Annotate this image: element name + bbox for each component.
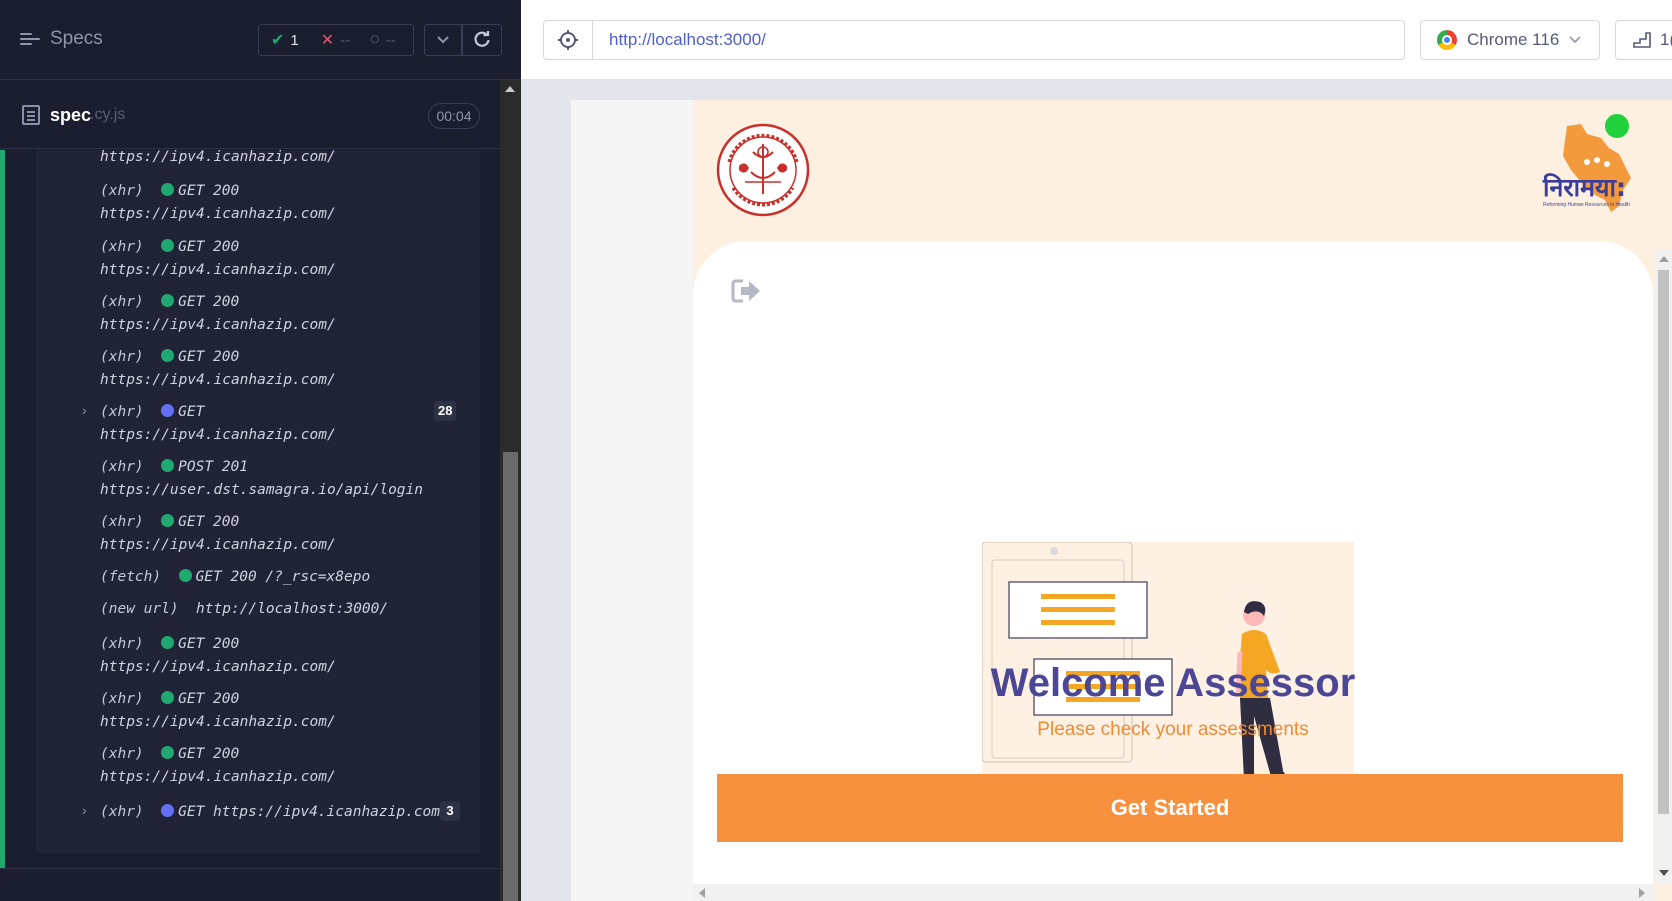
scroll-up-icon[interactable] xyxy=(1659,256,1669,262)
command-row[interactable]: (new url) http://localhost:3000/ xyxy=(100,598,388,621)
collapse-button[interactable] xyxy=(424,24,462,56)
browser-dropdown[interactable]: Chrome 116 xyxy=(1420,20,1600,60)
scroll-down-icon[interactable] xyxy=(1659,870,1669,876)
rerun-button[interactable] xyxy=(462,24,502,56)
status-dot xyxy=(161,459,175,472)
command-row[interactable]: (xhr) GET 200 https://ipv4.icanhazip.com… xyxy=(100,511,336,557)
viewport-button[interactable]: 1( xyxy=(1615,20,1672,60)
scrollbar-thumb[interactable] xyxy=(503,452,518,901)
specs-toggle-button[interactable]: Specs xyxy=(20,28,103,50)
command-row[interactable]: (xhr) GET https://ipv4.icanhazip.com/ xyxy=(100,801,449,824)
reporter-footer xyxy=(0,868,500,901)
status-dot xyxy=(178,569,192,582)
aut-horizontal-scrollbar[interactable] xyxy=(693,884,1655,901)
pending-count: -- xyxy=(385,31,396,49)
reporter-header: Specs ✔ 1 ✕ -- ◌ -- xyxy=(0,0,521,80)
app-root: निरामया: Reforming Human Resources in He… xyxy=(693,100,1672,901)
x-icon: ✕ xyxy=(320,32,335,49)
status-dot xyxy=(161,636,175,649)
failed-count: -- xyxy=(340,31,351,49)
cypress-reporter: Specs ✔ 1 ✕ -- ◌ -- spec .cy.js 00:04 ht… xyxy=(0,0,521,901)
crosshair-icon xyxy=(558,30,578,50)
url-bar: http://localhost:3000/ Chrome 116 1( xyxy=(521,0,1672,80)
chevron-down-icon xyxy=(437,36,449,44)
scroll-up-icon[interactable] xyxy=(505,86,515,92)
spec-extension: .cy.js xyxy=(90,106,126,123)
reload-icon xyxy=(474,31,490,47)
chevron-down-icon xyxy=(1569,36,1581,44)
online-status-indicator xyxy=(1605,114,1629,138)
scrollbar-thumb[interactable] xyxy=(1658,270,1669,814)
get-started-button[interactable]: Get Started xyxy=(717,774,1623,842)
specs-menu-icon xyxy=(20,31,40,47)
test-stats: ✔ 1 ✕ -- ◌ -- xyxy=(258,24,414,56)
status-dot xyxy=(161,691,175,704)
expand-caret-icon[interactable]: › xyxy=(82,802,87,818)
passed-count: 1 xyxy=(290,31,299,49)
command-row[interactable]: (xhr) GET 200 https://ipv4.icanhazip.com… xyxy=(100,743,336,789)
spec-header[interactable]: spec .cy.js 00:04 xyxy=(0,81,500,149)
chrome-icon xyxy=(1437,30,1457,50)
check-icon: ✔ xyxy=(271,32,285,49)
status-dot xyxy=(161,239,175,252)
status-dot xyxy=(161,183,175,196)
status-dot xyxy=(161,349,175,362)
welcome-title: Welcome Assessor xyxy=(990,661,1356,705)
viewport-icon xyxy=(1633,32,1651,48)
command-count-badge: 28 xyxy=(434,401,457,421)
status-dot xyxy=(161,746,175,759)
command-row[interactable]: (xhr) GET https://ipv4.icanhazip.com/ xyxy=(100,401,336,447)
passed-indicator xyxy=(0,150,5,870)
command-row[interactable]: (fetch) GET 200 /?_rsc=x8epo xyxy=(100,566,370,589)
file-icon xyxy=(22,105,40,125)
welcome-subtitle: Please check your assessments xyxy=(1037,719,1309,740)
command-row[interactable]: (xhr) GET 200 https://ipv4.icanhazip.com… xyxy=(100,346,336,392)
browser-name: Chrome 116 xyxy=(1467,30,1560,49)
logout-icon[interactable] xyxy=(731,278,763,304)
status-dot xyxy=(161,804,175,817)
viewport-label: 1( xyxy=(1660,30,1672,49)
aut-vertical-scrollbar[interactable] xyxy=(1655,250,1672,883)
command-row[interactable]: (xhr) GET 200 https://ipv4.icanhazip.com… xyxy=(100,688,336,734)
scroll-right-icon[interactable] xyxy=(1639,888,1645,898)
spec-name: spec xyxy=(50,105,92,125)
reporter-scrollbar[interactable] xyxy=(500,80,521,901)
command-row[interactable]: https://ipv4.icanhazip.com/ xyxy=(100,146,336,169)
command-row[interactable]: (xhr) GET 200 https://ipv4.icanhazip.com… xyxy=(100,236,336,282)
command-row[interactable]: (xhr) GET 200 https://ipv4.icanhazip.com… xyxy=(100,180,336,226)
command-row[interactable]: (xhr) POST 201 https://user.dst.samagra.… xyxy=(100,456,423,502)
expand-caret-icon[interactable]: › xyxy=(82,402,87,418)
command-row[interactable]: (xhr) GET 200 https://ipv4.icanhazip.com… xyxy=(100,291,336,337)
command-row[interactable]: (xhr) GET 200 https://ipv4.icanhazip.com… xyxy=(100,633,336,679)
status-dot xyxy=(161,404,175,417)
status-dot xyxy=(161,294,175,307)
command-count-badge: 3 xyxy=(440,801,460,821)
status-dot xyxy=(161,514,175,527)
brand-name: निरामया: xyxy=(1543,173,1626,202)
specs-label: Specs xyxy=(50,28,103,49)
url-display[interactable]: http://localhost:3000/ xyxy=(593,20,1405,60)
selector-playground-button[interactable] xyxy=(543,20,593,60)
scroll-left-icon[interactable] xyxy=(699,888,705,898)
state-medical-faculty-seal xyxy=(716,123,810,217)
spec-duration: 00:04 xyxy=(428,103,480,129)
spinner-icon: ◌ xyxy=(370,31,380,48)
brand-tagline: Reforming Human Resources in Health xyxy=(1543,202,1630,208)
aut-iframe: निरामया: Reforming Human Resources in He… xyxy=(571,100,1672,901)
app-preview: http://localhost:3000/ Chrome 116 1( xyxy=(521,0,1672,901)
